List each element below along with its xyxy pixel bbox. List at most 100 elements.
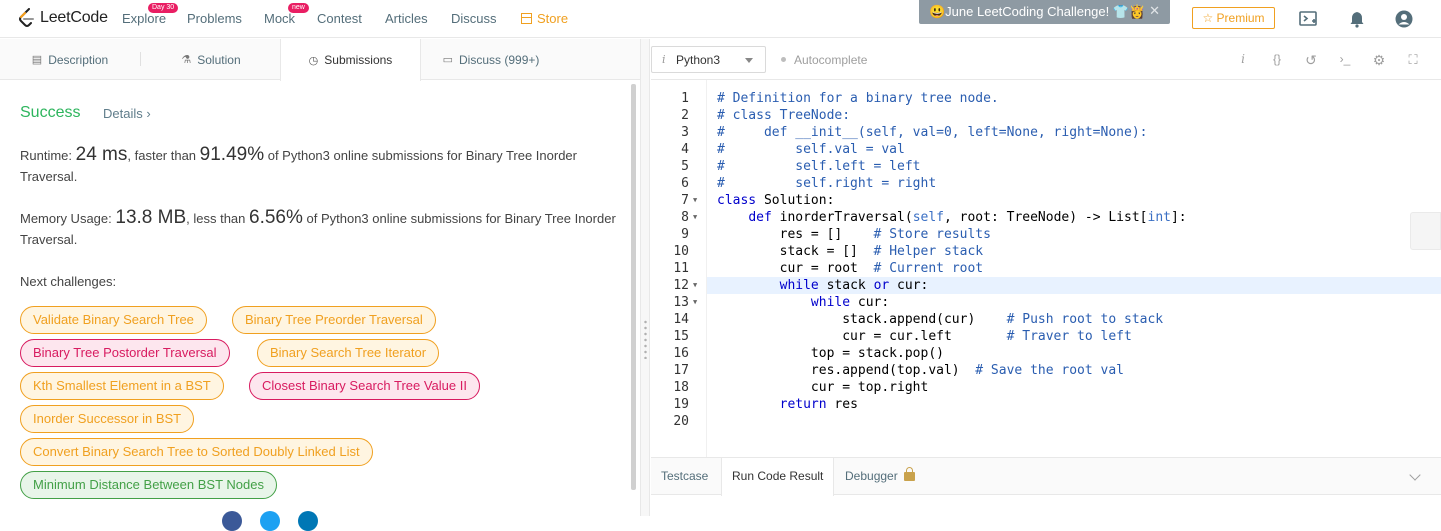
code-line[interactable]: # self.val = val bbox=[717, 141, 905, 158]
code-editor[interactable]: 1 2 3 4 5 6 7 ▼ 8 ▼ 9 10 11 12 ▼ 13 ▼ 14 15 16 17 18 19 20 # De… bbox=[651, 80, 1441, 457]
code-line[interactable]: stack = [] # Helper stack bbox=[717, 243, 984, 260]
nav-articles[interactable]: Articles bbox=[385, 11, 428, 26]
chevron-down-icon[interactable] bbox=[1409, 469, 1421, 481]
code-token: self bbox=[912, 210, 944, 225]
challenge-chip[interactable]: Convert Binary Search Tree to Sorted Dou… bbox=[20, 438, 373, 466]
language-select-value: Python3 bbox=[676, 53, 721, 67]
close-icon[interactable]: ✕ bbox=[1149, 3, 1160, 19]
tab-run-code-result[interactable]: Run Code Result bbox=[721, 458, 835, 496]
tab-submissions[interactable]: ◷ Submissions bbox=[280, 39, 421, 81]
challenge-chip[interactable]: Binary Tree Postorder Traversal bbox=[20, 339, 230, 367]
challenge-chip[interactable]: Minimum Distance Between BST Nodes bbox=[20, 471, 277, 499]
premium-button[interactable]: ☆ Premium bbox=[1192, 7, 1275, 29]
runtime-value: 24 ms bbox=[75, 144, 128, 165]
info-icon: i bbox=[662, 53, 666, 66]
line-number: 5 bbox=[681, 159, 689, 174]
autocomplete-toggle[interactable]: Autocomplete bbox=[781, 53, 867, 67]
code-line[interactable]: class Solution: bbox=[717, 192, 834, 209]
tab-solution[interactable]: ⚗ Solution bbox=[141, 39, 281, 80]
nav-problems[interactable]: Problems bbox=[187, 11, 242, 26]
code-line[interactable]: stack.append(cur) # Push root to stack bbox=[717, 311, 1163, 328]
nav-contest-label: Contest bbox=[317, 11, 362, 26]
nav-explore-label: Explore bbox=[122, 11, 167, 26]
code-line[interactable]: res.append(top.val) # Save the root val bbox=[717, 362, 1124, 379]
language-select[interactable]: i Python3 bbox=[651, 46, 766, 73]
challenge-chip[interactable]: Inorder Successor in BST bbox=[20, 405, 195, 433]
line-number: 20 bbox=[673, 414, 689, 429]
code-line[interactable]: # self.left = left bbox=[717, 158, 921, 175]
challenge-chip[interactable]: Closest Binary Search Tree Value II bbox=[249, 372, 480, 400]
facebook-share-icon[interactable] bbox=[222, 511, 242, 531]
code-token: stack = [] bbox=[717, 244, 874, 259]
bell-icon[interactable] bbox=[1348, 10, 1366, 28]
code-line[interactable]: while stack or cur: bbox=[717, 277, 929, 294]
code-line[interactable]: res = [] # Store results bbox=[717, 226, 991, 243]
nav-store[interactable]: Store bbox=[521, 11, 568, 26]
reset-icon[interactable]: ↺ bbox=[1303, 52, 1319, 68]
next-challenges-label: Next challenges: bbox=[20, 274, 117, 289]
fold-arrow-icon[interactable]: ▼ bbox=[693, 209, 697, 226]
nav-explore[interactable]: Explore Day 30 bbox=[122, 3, 179, 26]
tab-testcase[interactable]: Testcase bbox=[651, 458, 718, 495]
fold-arrow-icon[interactable]: ▼ bbox=[693, 294, 697, 311]
memory-compare-text: , less than bbox=[186, 211, 250, 226]
tab-description[interactable]: ▤ Description bbox=[0, 39, 140, 80]
panel-resize-handle[interactable] bbox=[640, 39, 650, 516]
code-line[interactable]: cur = cur.left # Traver to left bbox=[717, 328, 1132, 345]
challenge-chip[interactable]: Kth Smallest Element in a BST bbox=[20, 372, 224, 400]
avatar-icon[interactable] bbox=[1395, 10, 1413, 28]
line-number: 2 bbox=[681, 108, 689, 123]
code-token: , root: TreeNode) -> List[ bbox=[944, 210, 1148, 225]
code-token: # Store results bbox=[873, 227, 991, 242]
code-line[interactable]: # class TreeNode: bbox=[717, 107, 850, 124]
code-token: # self.left = left bbox=[717, 159, 921, 174]
info-icon[interactable]: i bbox=[1235, 52, 1251, 68]
fold-arrow-icon[interactable]: ▼ bbox=[693, 192, 697, 209]
settings-icon[interactable]: ⚙ bbox=[1371, 52, 1387, 68]
code-line[interactable]: cur = top.right bbox=[717, 379, 928, 396]
tab-discuss[interactable]: ▭ Discuss (999+) bbox=[421, 39, 561, 80]
linkedin-share-icon[interactable] bbox=[298, 511, 318, 531]
twitter-share-icon[interactable] bbox=[260, 511, 280, 531]
description-icon: ▤ bbox=[31, 54, 43, 66]
code-line[interactable]: top = stack.pop() bbox=[717, 345, 944, 362]
memory-percentile: 6.56% bbox=[249, 207, 303, 228]
drag-handle-icon bbox=[644, 319, 647, 359]
side-notes-tab[interactable] bbox=[1410, 212, 1441, 250]
braces-icon[interactable]: {} bbox=[1269, 52, 1285, 68]
challenge-chip[interactable]: Validate Binary Search Tree bbox=[20, 306, 207, 334]
code-token: class bbox=[717, 193, 757, 208]
clock-icon: ◷ bbox=[308, 54, 319, 67]
code-line[interactable]: # def __init__(self, val=0, left=None, r… bbox=[717, 124, 1147, 141]
challenge-banner[interactable]: 😃June LeetCoding Challenge! 👕👸 ✕ bbox=[919, 0, 1170, 24]
code-token: cur = root bbox=[717, 261, 874, 276]
playground-icon[interactable] bbox=[1299, 10, 1317, 28]
code-line[interactable]: while cur: bbox=[717, 294, 889, 311]
line-number-gutter: 1 2 3 4 5 6 7 ▼ 8 ▼ 9 10 11 12 ▼ 13 ▼ 14 15 16 17 18 19 20 bbox=[651, 80, 707, 457]
store-icon bbox=[521, 13, 532, 24]
challenge-chip[interactable]: Binary Search Tree Iterator bbox=[257, 339, 440, 367]
left-panel-scrollbar[interactable] bbox=[631, 84, 636, 490]
nav-contest[interactable]: Contest bbox=[317, 11, 362, 26]
code-line[interactable]: return res bbox=[717, 396, 858, 413]
code-line[interactable]: cur = root # Current root bbox=[717, 260, 984, 277]
code-token: # Helper stack bbox=[873, 244, 984, 259]
code-line[interactable]: # self.right = right bbox=[717, 175, 936, 192]
console-icon[interactable]: ›_ bbox=[1337, 52, 1353, 68]
fullscreen-icon[interactable]: ⛶ bbox=[1405, 52, 1421, 68]
line-number: 15 bbox=[673, 329, 689, 344]
nav-explore-badge: Day 30 bbox=[148, 3, 179, 13]
nav-discuss[interactable]: Discuss bbox=[451, 11, 497, 26]
code-line[interactable]: # Definition for a binary tree node. bbox=[717, 90, 999, 107]
nav-mock[interactable]: Mock new bbox=[264, 3, 309, 26]
leetcode-logo[interactable]: LeetCode bbox=[18, 8, 108, 28]
challenge-chip[interactable]: Binary Tree Preorder Traversal bbox=[232, 306, 436, 334]
code-token: # Current root bbox=[873, 261, 984, 276]
code-token: while bbox=[779, 278, 819, 293]
code-line[interactable]: def inorderTraversal(self, root: TreeNod… bbox=[717, 209, 1186, 226]
tab-debugger[interactable]: Debugger bbox=[835, 458, 925, 495]
fold-arrow-icon[interactable]: ▼ bbox=[693, 277, 697, 294]
details-link[interactable]: Details › bbox=[103, 106, 151, 121]
